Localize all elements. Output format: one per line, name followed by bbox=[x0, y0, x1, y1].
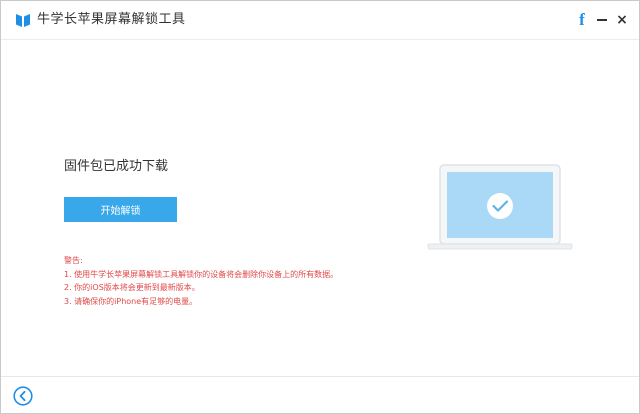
minimize-icon bbox=[597, 19, 607, 21]
facebook-icon: f bbox=[579, 10, 585, 29]
warning-item: 1. 使用牛学长苹果屏幕解锁工具解锁你的设备将会删除你设备上的所有数据。 bbox=[64, 269, 339, 279]
footer-bar bbox=[1, 376, 639, 413]
warning-item: 2. 你的iOS版本将会更新到最新版本。 bbox=[64, 283, 200, 292]
title-bar: 牛学长苹果屏幕解锁工具 f × bbox=[1, 1, 639, 40]
close-button[interactable]: × bbox=[613, 10, 631, 30]
facebook-button[interactable]: f bbox=[573, 10, 591, 30]
start-unlock-button[interactable]: 开始解锁 bbox=[64, 197, 177, 222]
brand-logo-icon bbox=[15, 12, 31, 28]
back-button[interactable] bbox=[13, 386, 33, 406]
warning-block: 警告: 1. 使用牛学长苹果屏幕解锁工具解锁你的设备将会删除你设备上的所有数据。… bbox=[64, 254, 338, 308]
minimize-button[interactable] bbox=[593, 10, 611, 30]
close-icon: × bbox=[616, 12, 628, 28]
app-window: 牛学长苹果屏幕解锁工具 f × 固件包已成功下载 开始解锁 警告: 1. 使用牛… bbox=[0, 0, 640, 414]
warning-item: 3. 请确保你的iPhone有足够的电量。 bbox=[64, 296, 198, 306]
window-controls: f × bbox=[571, 9, 631, 31]
status-title: 固件包已成功下载 bbox=[64, 159, 169, 174]
back-arrow-icon bbox=[13, 386, 33, 406]
app-title: 牛学长苹果屏幕解锁工具 bbox=[37, 12, 186, 27]
laptop-check-icon bbox=[425, 163, 575, 253]
main-content: 固件包已成功下载 开始解锁 警告: 1. 使用牛学长苹果屏幕解锁工具解锁你的设备… bbox=[1, 40, 639, 376]
warning-heading: 警告: bbox=[64, 256, 83, 265]
